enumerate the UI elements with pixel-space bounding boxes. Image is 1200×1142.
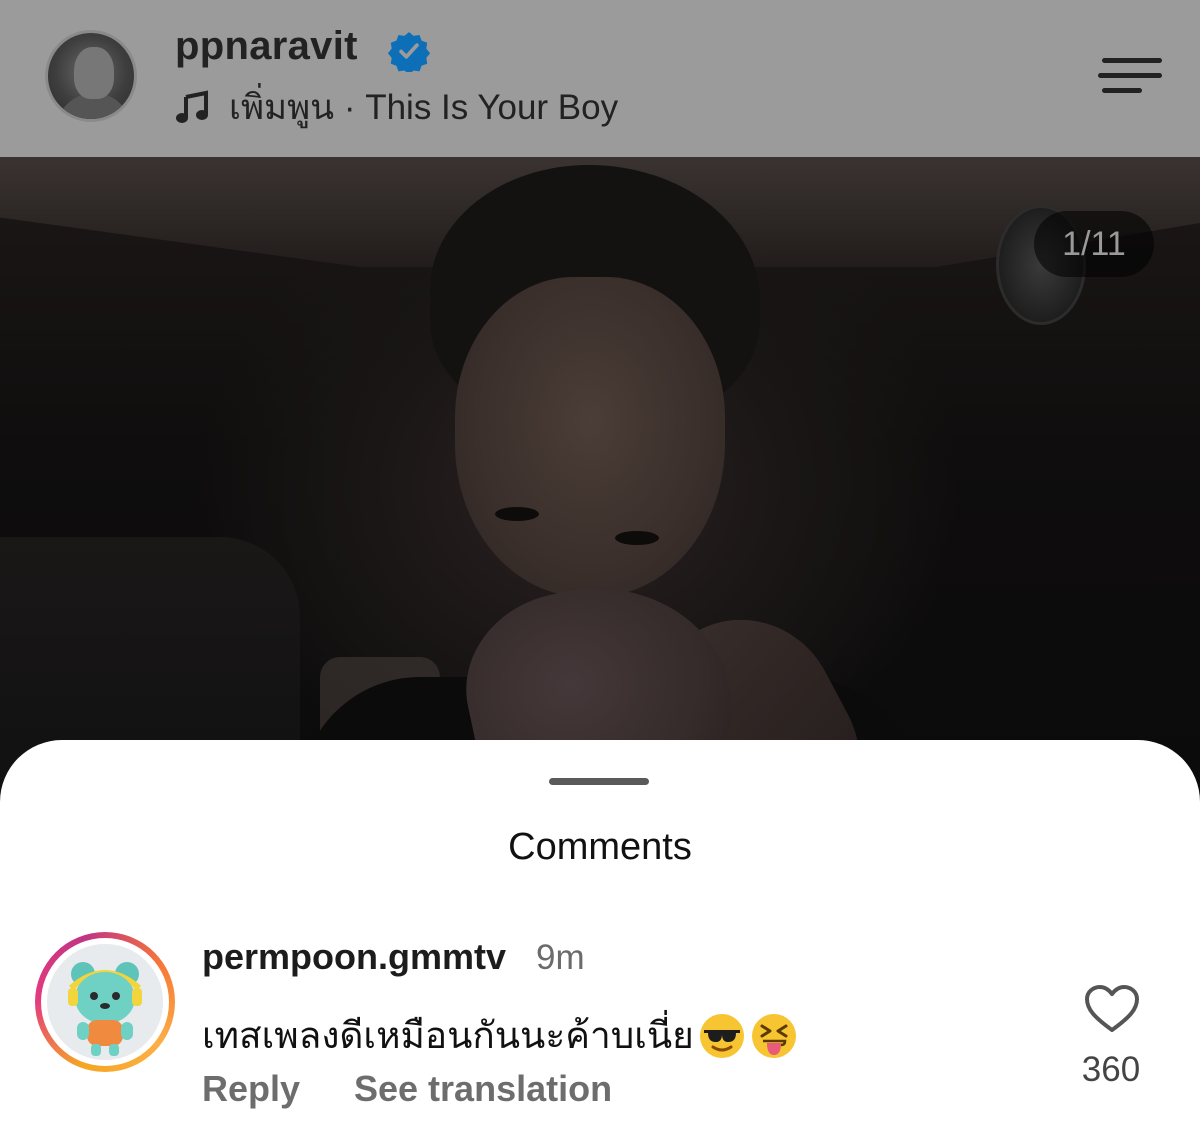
squinting-tongue-emoji-icon (751, 1013, 796, 1058)
comment-text: เทสเพลงดีเหมือนกันนะค้าบเนี่ย (202, 1006, 798, 1065)
person-eye-left (495, 507, 539, 521)
post-header: ppnaravit เพิ่มพูน · This Is Your Boy (0, 0, 1200, 157)
like-count: 360 (1081, 1050, 1141, 1089)
sunglasses-emoji-icon (699, 1013, 744, 1058)
music-note-icon (176, 90, 208, 123)
bear-mascot-icon (47, 944, 163, 1060)
carousel-counter: 1/11 (1034, 211, 1154, 277)
comment-body: เทสเพลงดีเหมือนกันนะค้าบเนี่ย (202, 1015, 694, 1056)
comments-title: Comments (508, 826, 692, 868)
drag-handle[interactable] (549, 778, 649, 785)
audio-track[interactable]: เพิ่มพูน · This Is Your Boy (175, 86, 618, 128)
commenter-username[interactable]: permpoon.gmmtv (202, 936, 506, 978)
see-translation-button[interactable]: See translation (354, 1068, 612, 1110)
like-heart-icon[interactable] (1084, 984, 1140, 1034)
person-head (455, 277, 725, 597)
verified-badge-icon (388, 32, 430, 72)
author-avatar[interactable] (45, 30, 137, 122)
commenter-avatar[interactable] (35, 932, 175, 1072)
author-username[interactable]: ppnaravit (175, 24, 358, 69)
comment-timestamp: 9m (536, 938, 585, 977)
reply-button[interactable]: Reply (202, 1068, 300, 1110)
post-photo[interactable]: 1/11 (0, 157, 1200, 797)
menu-icon[interactable] (1096, 56, 1164, 96)
person-eye-right (615, 531, 659, 545)
comments-sheet: Comments permpoon.gmmtv 9m เทสเพลงดีเหมื… (0, 740, 1200, 1142)
audio-track-label: เพิ่มพูน · This Is Your Boy (229, 87, 619, 127)
